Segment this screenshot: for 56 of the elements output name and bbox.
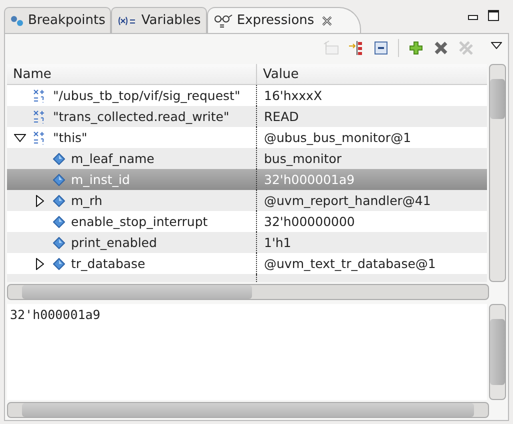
tree-row[interactable]: print_enabled 1'h1 <box>7 232 487 253</box>
variable-icon <box>53 236 65 248</box>
tree-row[interactable]: "trans_collected.read_write" READ <box>7 106 487 127</box>
column-header[interactable]: Value <box>257 64 487 84</box>
variable-icon <box>53 152 65 164</box>
expression-icon <box>33 130 47 144</box>
remove-icon[interactable] <box>433 40 449 56</box>
expression-name: tr_database <box>71 256 146 271</box>
add-icon[interactable] <box>408 40 424 56</box>
expression-name: m_leaf_name <box>71 151 154 166</box>
expression-name: enable_stop_interrupt <box>71 214 208 229</box>
collapsed-icon[interactable] <box>36 258 44 270</box>
vertical-scrollbar[interactable] <box>489 304 506 400</box>
glasses-icon <box>212 14 233 28</box>
expression-value: 1'h1 <box>264 235 292 250</box>
expression-value: bus_monitor <box>264 151 342 166</box>
variable-icon <box>53 258 65 270</box>
expression-name: print_enabled <box>71 235 157 250</box>
expression-name: "trans_collected.read_write" <box>53 109 230 124</box>
expanded-icon[interactable] <box>14 134 26 142</box>
view-tab[interactable]: Breakpoints <box>4 7 112 33</box>
expression-value: @ubus_bus_monitor@1 <box>264 130 412 145</box>
expression-name: "this" <box>53 130 88 145</box>
expression-name: "/ubus_tb_top/vif/sig_request" <box>53 88 240 103</box>
expression-icon <box>33 110 47 124</box>
expression-value: @uvm_report_handler@41 <box>264 193 431 208</box>
view-tab[interactable]: Expressions <box>206 7 362 33</box>
expression-name: m_rh <box>71 193 102 208</box>
maximize-icon[interactable] <box>488 10 499 21</box>
minimize-icon[interactable] <box>468 15 478 21</box>
expand-icon[interactable] <box>348 40 364 56</box>
tree-row[interactable]: m_leaf_name bus_monitor <box>7 148 487 169</box>
detail-value: 32'h000001a9 <box>10 307 100 322</box>
breakpoints-icon <box>10 14 24 26</box>
expression-value: @uvm_text_tr_database@1 <box>264 256 436 271</box>
expression-value: 32'h000001a9 <box>264 172 355 187</box>
expression-value: READ <box>264 109 299 124</box>
variable-icon <box>53 216 65 228</box>
detail-pane[interactable]: 32'h000001a9 <box>7 304 487 400</box>
expression-value: 32'h00000000 <box>264 214 355 229</box>
expression-value: 16'hxxxX <box>264 88 322 103</box>
variable-icon <box>53 194 65 206</box>
variables-icon <box>117 14 138 26</box>
vertical-scrollbar[interactable] <box>489 64 506 282</box>
expression-icon <box>33 88 47 102</box>
collapsed-icon[interactable] <box>36 194 44 206</box>
horizontal-scrollbar[interactable] <box>7 402 489 418</box>
horizontal-scrollbar[interactable] <box>7 284 489 300</box>
collapse-icon[interactable] <box>373 40 389 56</box>
tree-row[interactable]: m_rh @uvm_report_handler@41 <box>7 190 487 211</box>
view-menu-icon[interactable] <box>491 42 502 48</box>
column-header[interactable]: Name <box>7 64 257 84</box>
variable-icon <box>53 174 65 186</box>
view-tab[interactable]: Variables <box>111 7 207 33</box>
expression-name: m_inst_id <box>71 172 130 187</box>
close-icon[interactable] <box>322 16 332 26</box>
